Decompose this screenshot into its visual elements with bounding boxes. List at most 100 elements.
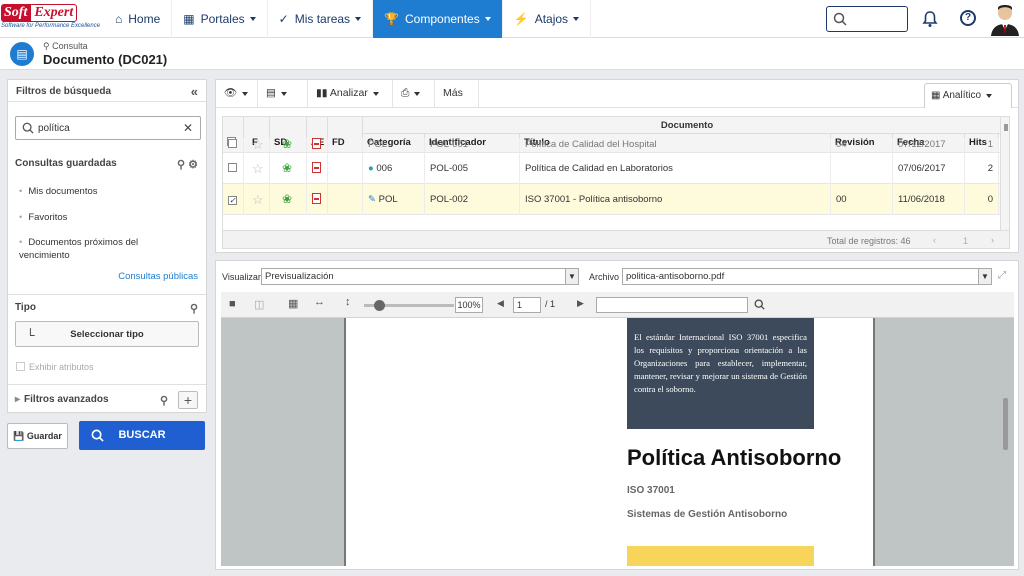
nav-home[interactable]: ⌂ Home [104,0,173,38]
trophy-icon: 🏆 [384,12,400,26]
pdf-canvas[interactable]: El estándar Internacional ISO 37001 espe… [221,318,1014,566]
prev-page-icon[interactable]: ‹ [933,235,936,245]
analyze-label: Analizar [329,87,368,99]
nav-mis-tareas[interactable]: ✓ Mis tareas [268,0,374,38]
gear-icon[interactable]: ⚲ ⚙ [177,158,198,171]
categoria-cell: POL [363,138,425,152]
table-row[interactable]: ✓ ☆ ❀ ✎ POL POL-002 ISO 37001 - Política… [223,184,1009,215]
next-page-icon[interactable]: ▶ [577,298,584,309]
broom-icon[interactable]: ⚲ [190,302,198,315]
show-attributes-checkbox[interactable]: Exhibir atributos [16,362,94,372]
chevron-down-icon [242,92,249,96]
star-icon[interactable]: ☆ [244,138,270,152]
main-nav: ⌂ Home ▦ Portales ✓ Mis tareas 🏆 Componentes… [104,0,592,38]
search-button[interactable]: BUSCAR [79,421,205,450]
star-icon[interactable]: ☆ [244,184,270,215]
pdf-icon[interactable] [307,138,328,152]
pdf-icon[interactable] [307,184,328,215]
home-icon: ⌂ [115,12,123,26]
nav-mis-tareas-label: Mis tareas [294,12,351,26]
search-icon[interactable] [754,299,765,310]
sidebar-toggle-icon[interactable]: ■ [229,298,236,310]
archivo-label: Archivo [589,272,620,282]
chevron-down-icon [986,94,993,98]
nav-componentes-label: Componentes [405,12,480,26]
star-icon[interactable]: ☆ [244,153,270,184]
collapse-icon[interactable]: « [191,84,198,99]
titulo-cell: Política de Calidad del Hospital [520,138,831,152]
filter-search-value: política [38,123,70,134]
table-row[interactable]: ☆ ❀ ● 006 POL-005 Política de Calidad en… [223,153,1009,184]
visualizar-label: Visualizar [222,272,261,282]
saved-query-item[interactable]: Mis documentos [19,185,169,198]
zoom-slider[interactable] [364,300,454,311]
public-queries-link[interactable]: Consultas públicas [118,271,198,282]
analytic-tab[interactable]: ▦ Analítico [924,83,1012,108]
row-checkbox[interactable] [223,138,244,152]
add-filter-button[interactable]: + [178,391,198,409]
categoria-value: POL [378,194,398,205]
visualizar-select[interactable]: Previsualización ▼ [261,268,579,285]
pdf-icon[interactable] [307,153,328,184]
archivo-select[interactable]: politica-antisoborno.pdf ▼ [622,268,992,285]
filter-panel-header: Filtros de búsqueda « [8,80,206,102]
pdf-search-input[interactable] [596,297,748,313]
nav-componentes[interactable]: 🏆 Componentes [373,0,503,38]
globe-icon: ● [368,163,374,174]
grid-footer: Total de registros: 46 ‹ 1 › [223,230,1009,248]
global-search-input[interactable] [826,6,908,32]
tree-icon: └ [26,328,35,342]
filter-search-input[interactable]: política ✕ [15,116,201,140]
more-button[interactable]: Más [435,80,479,123]
zoom-input[interactable]: 100% [455,297,483,313]
analyze-button[interactable]: ▮▮ Analizar [308,80,393,107]
grid-scrollbar[interactable] [1000,117,1009,230]
fit-height-icon[interactable]: ↕ [345,296,351,308]
select-type-button[interactable]: └ Seleccionar tipo [15,321,199,347]
advanced-filters-toggle[interactable]: ▸ Filtros avanzados ⚲ [8,394,206,407]
user-avatar[interactable] [988,2,1022,36]
chevron-down-icon [372,92,379,96]
status-icon: ❀ [270,138,307,152]
nav-atajos[interactable]: ⚡ Atajos [503,0,592,38]
nav-portales[interactable]: ▦ Portales [172,0,268,38]
saved-query-item[interactable]: Favoritos [19,211,169,224]
softexpert-logo[interactable]: Soft Expert Software for Performance Exce… [1,4,100,34]
tipo-title: Tipo [15,302,36,313]
filter-panel-title: Filtros de búsqueda [16,86,112,97]
save-button[interactable]: 💾 Guardar [7,423,68,449]
search-button-label: BUSCAR [118,429,166,441]
show-attributes-label: Exhibir atributos [29,362,94,372]
search-icon [22,122,34,134]
row-checkbox[interactable]: ✓ [223,184,244,215]
search-icon [833,12,847,26]
row-checkbox[interactable] [223,153,244,184]
hits-cell: 0 [965,184,999,215]
next-page-icon[interactable]: › [991,235,994,245]
bar-chart-icon: ▮▮ [316,87,328,99]
table-row[interactable]: ☆ ❀ POL POL-001 Política de Calidad del … [223,138,1009,153]
history-button[interactable]: ▤ [258,80,308,107]
pdf-scroll-thumb[interactable] [1003,398,1008,450]
document-icon: ▤ [10,42,34,66]
print-button[interactable]: ⎙ [393,80,435,107]
bell-icon[interactable] [922,10,938,28]
help-icon[interactable]: ? [960,10,976,26]
page-input[interactable]: 1 [513,297,541,313]
view-button[interactable]: 👁 [216,80,258,107]
fit-width-icon[interactable]: ↔ [314,296,325,308]
saved-query-item[interactable]: Documentos próximos del vencimiento [19,236,169,262]
save-label: Guardar [26,431,62,441]
zoom-slider-thumb[interactable] [374,300,385,311]
identificador-cell: POL-001 [425,138,520,152]
broom-icon[interactable]: ⚲ [160,394,168,407]
fecha-cell: 07/12/2017 [893,138,965,152]
two-page-icon[interactable]: ◫ [254,298,264,311]
grid-view-icon[interactable]: ▦ [288,297,298,310]
tipo-header: Tipo ⚲ [8,302,206,315]
chevron-down-icon: ▼ [565,269,578,284]
scroll-thumb[interactable] [1004,124,1008,131]
expand-icon[interactable]: ⤢ [998,270,1006,281]
prev-page-icon[interactable]: ◀ [497,298,504,309]
clear-icon[interactable]: ✕ [183,121,193,135]
